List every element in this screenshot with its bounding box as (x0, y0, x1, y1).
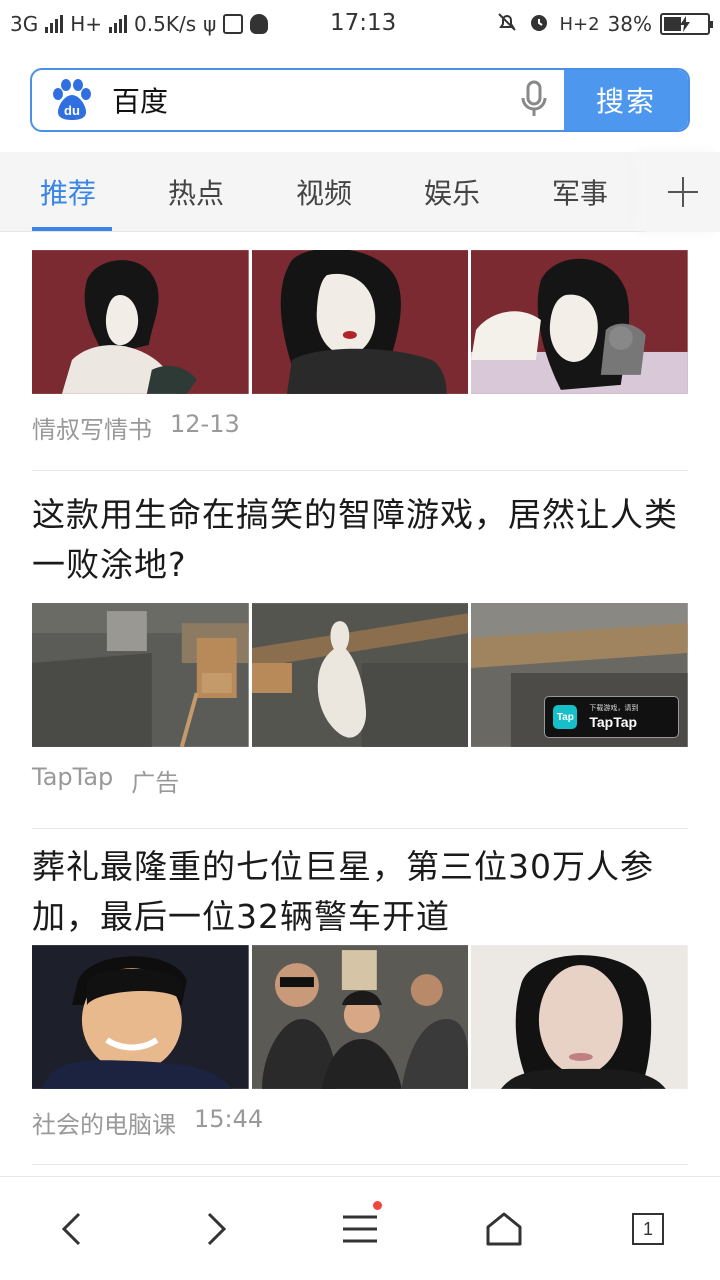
status-bar: 3G H+ 0.5K/s ψ 17:13 H+2 38% (0, 0, 720, 48)
baidu-paw-logo-icon[interactable]: du (32, 70, 112, 130)
add-tab-plus-icon[interactable] (646, 152, 720, 232)
search-button[interactable]: 搜索 (564, 70, 688, 130)
taptap-ad-badge[interactable]: Tap 下载游戏，请到 TapTap (544, 696, 680, 738)
taptap-logo-icon: Tap (553, 705, 578, 729)
thumbnail-image (251, 603, 469, 747)
time-label: 12-13 (170, 410, 240, 438)
taptap-badge-brand: TapTap (589, 714, 638, 730)
forward-arrow-icon[interactable] (186, 1199, 246, 1259)
signal-icon (45, 15, 64, 33)
mute-icon (495, 10, 519, 39)
source-label: 社会的电脑课 (32, 1111, 176, 1139)
tab-video[interactable]: 视频 (296, 172, 352, 212)
thumbnail-image (251, 250, 469, 394)
network-label-3: H+2 (559, 13, 600, 35)
bottom-navigation: 1 (0, 1176, 720, 1280)
tab-count-label: 1 (632, 1213, 664, 1245)
search-bar: du 百度 搜索 (30, 68, 690, 132)
thumbnail-image (32, 945, 249, 1089)
search-input[interactable]: 百度 (112, 70, 504, 130)
divider (32, 828, 688, 829)
microphone-icon[interactable] (504, 70, 564, 130)
card-meta: 情叔写情书 12-13 (32, 410, 688, 445)
signal-icon-2 (109, 15, 128, 33)
logo-text: du (64, 103, 80, 118)
tab-entertainment[interactable]: 娱乐 (424, 172, 480, 212)
thumbnail-image (32, 250, 249, 394)
thumbnail-image (32, 603, 249, 747)
tabs-count-button[interactable]: 1 (618, 1199, 678, 1259)
card-meta: 社会的电脑课 15:44 (32, 1105, 688, 1140)
notification-dot (373, 1201, 382, 1210)
category-tabs: 推荐 热点 视频 娱乐 军事 (0, 152, 720, 232)
source-label: TapTap (32, 763, 114, 791)
thumbnail-image (251, 945, 469, 1089)
usb-icon: ψ (203, 12, 217, 36)
card-title: 这款用生命在搞笑的智障游戏，居然让人类一败涂地? (32, 495, 678, 584)
card-meta: TapTap 广告 (32, 763, 688, 798)
taptap-badge-small: 下载游戏，请到 (589, 704, 639, 712)
network-label: 3G (10, 12, 39, 36)
news-card[interactable]: 葬礼最隆重的七位巨星，第三位30万人参加，最后一位32辆警车开道 社会的电脑课 … (32, 842, 689, 1140)
battery-icon (660, 13, 713, 35)
tab-military[interactable]: 军事 (552, 172, 608, 212)
divider (32, 1164, 688, 1165)
news-feed: 情叔写情书 12-13 这款用生命在搞笑的智障游戏，居然让人类一败涂地? Tap… (0, 232, 720, 1176)
network-speed: 0.5K/s (134, 12, 197, 36)
card-title: 葬礼最隆重的七位巨星，第三位30万人参加，最后一位32辆警车开道 (32, 847, 654, 936)
thumbnail-image: Tap 下载游戏，请到 TapTap (471, 603, 689, 747)
home-icon[interactable] (474, 1199, 534, 1259)
thumbnail-row (32, 945, 689, 1089)
menu-icon[interactable] (330, 1199, 390, 1259)
thumbnail-row: Tap 下载游戏，请到 TapTap (32, 603, 689, 747)
app-notification-icon (223, 14, 244, 34)
time-label: 15:44 (194, 1105, 264, 1133)
network-label-2: H+ (70, 12, 103, 36)
tab-hot[interactable]: 热点 (168, 172, 224, 212)
source-label: 情叔写情书 (32, 416, 152, 444)
back-arrow-icon[interactable] (42, 1199, 102, 1259)
battery-percent: 38% (607, 12, 652, 36)
active-tab-indicator (32, 227, 112, 231)
news-card[interactable]: 这款用生命在搞笑的智障游戏，居然让人类一败涂地? Tap 下载游戏，请到 Tap… (32, 490, 689, 798)
ad-label: 广告 (131, 769, 180, 797)
divider (32, 470, 688, 471)
thumbnail-row (32, 250, 689, 394)
clock: 17:13 (330, 10, 397, 36)
tab-recommend[interactable]: 推荐 (40, 172, 96, 212)
qq-icon (250, 14, 269, 34)
alarm-icon (527, 10, 551, 39)
news-card[interactable]: 情叔写情书 12-13 (32, 250, 689, 445)
thumbnail-image (471, 250, 689, 394)
thumbnail-image (471, 945, 689, 1089)
